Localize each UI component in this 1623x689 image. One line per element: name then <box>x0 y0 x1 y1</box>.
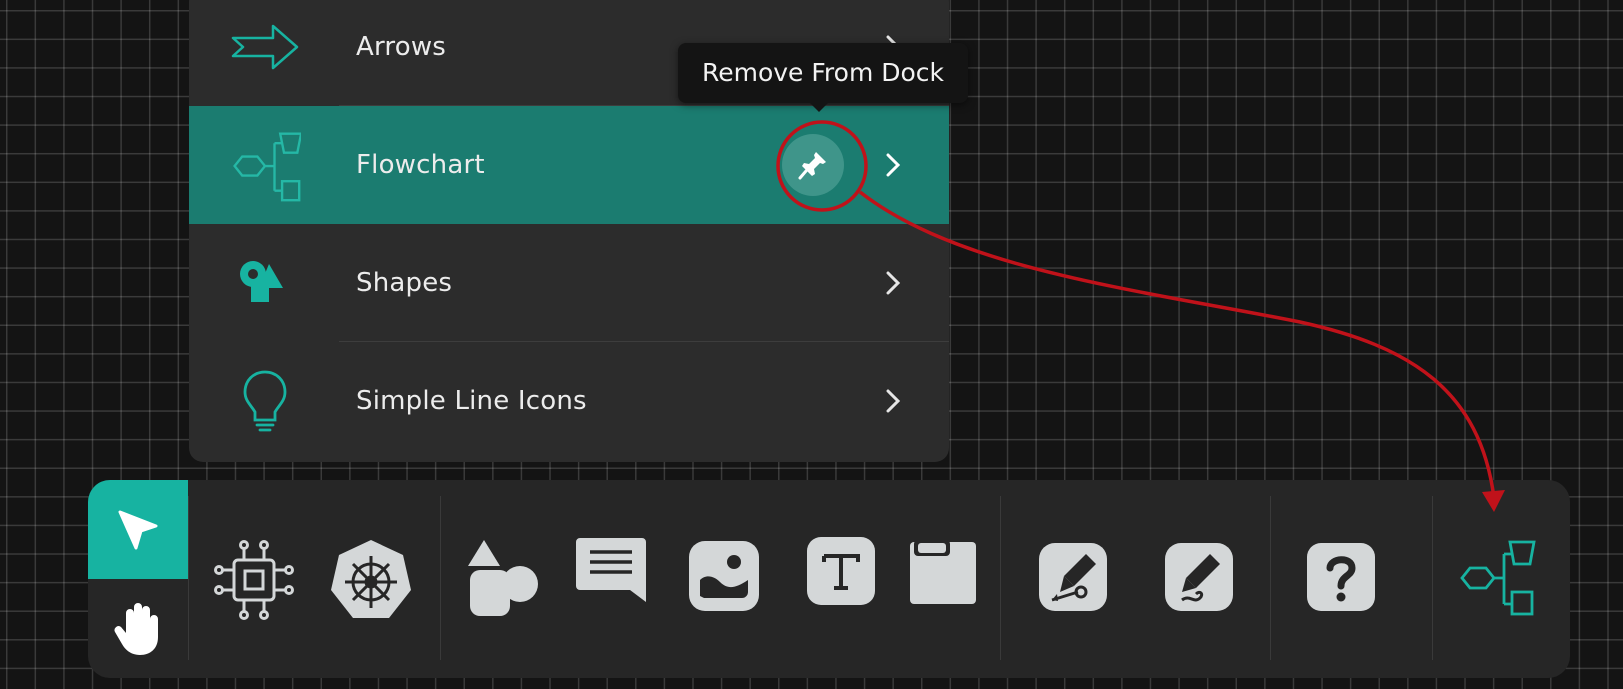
select-tool-button[interactable] <box>88 480 188 579</box>
comment-tool-button[interactable] <box>574 534 650 610</box>
annotation-arrow <box>858 190 1496 499</box>
frame-tool-button[interactable] <box>908 536 978 604</box>
menu-item-label: Simple Line Icons <box>356 386 587 416</box>
image-icon <box>689 541 759 611</box>
pencil-tool-button[interactable] <box>1164 542 1234 612</box>
help-tool-button[interactable] <box>1306 542 1376 612</box>
dock-separator <box>1270 496 1271 660</box>
comment-icon <box>576 538 646 602</box>
pencil-icon <box>1165 543 1233 611</box>
dock-separator <box>188 496 189 660</box>
menu-item-label: Arrows <box>356 32 447 62</box>
circuit-icon <box>214 540 294 620</box>
pin-button[interactable] <box>782 134 844 196</box>
shapes-icon <box>468 540 538 616</box>
shapes-icon <box>240 261 283 302</box>
dock-toolbar <box>88 480 1570 678</box>
cursor-icon <box>118 510 158 549</box>
kubernetes-icon <box>331 540 411 618</box>
text-tool-button[interactable] <box>806 536 876 606</box>
text-icon <box>807 537 875 605</box>
pan-tool-button[interactable] <box>88 579 188 678</box>
image-tool-button[interactable] <box>688 540 760 612</box>
flowchart-icon <box>233 132 301 202</box>
menu-item-shapes[interactable]: Shapes <box>189 224 949 342</box>
dock-separator <box>440 496 441 660</box>
shapes-tool-button[interactable] <box>460 536 544 620</box>
arrow-right-icon <box>231 24 299 70</box>
integrations-tool-button[interactable] <box>212 538 296 622</box>
flowchart-dock-button[interactable] <box>1460 538 1536 618</box>
lightbulb-icon <box>243 370 287 432</box>
chevron-right-icon <box>886 271 901 295</box>
dock-separator <box>1000 496 1001 660</box>
kubernetes-tool-button[interactable] <box>329 538 413 622</box>
chevron-right-icon <box>886 389 901 413</box>
menu-item-simple-line-icons[interactable]: Simple Line Icons <box>189 342 949 460</box>
dock-separator <box>1432 496 1433 660</box>
chevron-right-icon <box>886 153 901 177</box>
tooltip-text: Remove From Dock <box>701 58 945 87</box>
frame-icon <box>910 540 976 604</box>
pen-icon <box>1039 543 1107 611</box>
menu-item-label: Flowchart <box>356 150 485 180</box>
help-icon <box>1307 543 1375 611</box>
flowchart-icon <box>1460 540 1536 616</box>
pin-icon <box>798 152 826 180</box>
pen-tool-button[interactable] <box>1038 542 1108 612</box>
menu-item-flowchart[interactable]: Flowchart <box>189 106 949 224</box>
menu-item-label: Shapes <box>356 268 453 298</box>
hand-icon <box>114 602 158 655</box>
tooltip: Remove From Dock <box>678 43 968 112</box>
